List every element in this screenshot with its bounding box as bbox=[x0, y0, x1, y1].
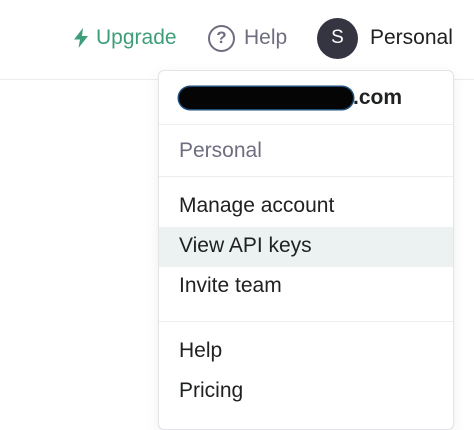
upgrade-link[interactable]: Upgrade bbox=[72, 18, 177, 58]
question-circle-icon: ? bbox=[208, 24, 235, 52]
menu-item-help[interactable]: Help bbox=[159, 332, 453, 372]
menu-item-manage-account[interactable]: Manage account bbox=[159, 187, 453, 227]
account-email: .com bbox=[159, 71, 453, 125]
lightning-bolt-icon bbox=[74, 28, 88, 48]
upgrade-label: Upgrade bbox=[96, 26, 177, 49]
top-bar: Upgrade ? Help S Personal bbox=[0, 0, 474, 80]
account-label: Personal bbox=[370, 26, 453, 49]
account-dropdown-menu: .com Personal Manage account View API ke… bbox=[158, 70, 454, 430]
organization-name: Personal bbox=[159, 125, 453, 177]
menu-item-view-api-keys[interactable]: View API keys bbox=[159, 227, 453, 267]
account-menu-section: Manage account View API keys Invite team bbox=[159, 177, 453, 322]
email-suffix: .com bbox=[353, 86, 403, 109]
menu-item-invite-team[interactable]: Invite team bbox=[159, 267, 453, 307]
menu-item-pricing[interactable]: Pricing bbox=[159, 372, 453, 412]
resources-menu-section: Help Pricing bbox=[159, 322, 453, 426]
help-label: Help bbox=[244, 26, 288, 49]
help-link[interactable]: ? Help bbox=[208, 18, 287, 58]
redacted-email-mark bbox=[179, 87, 353, 109]
account-menu-button[interactable]: S Personal bbox=[317, 17, 453, 59]
avatar: S bbox=[317, 17, 358, 59]
